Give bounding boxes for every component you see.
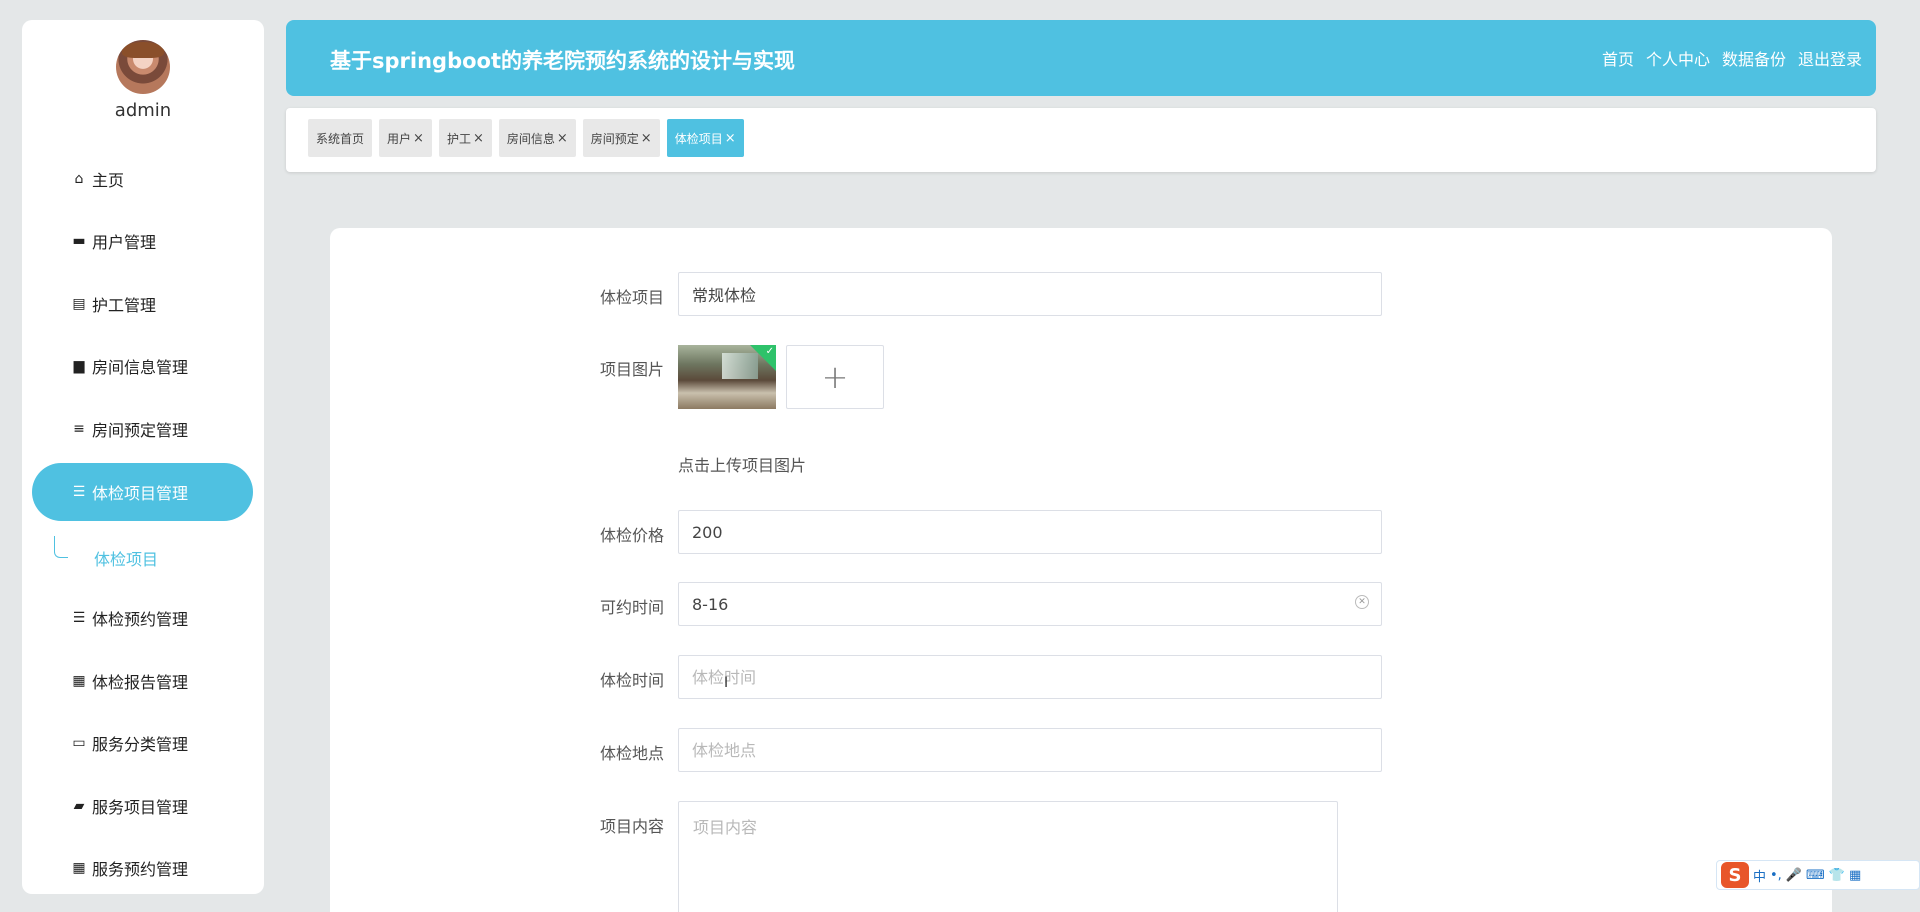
sidebar-item-label: 房间预定管理 [92, 421, 189, 440]
ime-microphone-icon[interactable]: 🎤 [1786, 868, 1802, 883]
sidebar-item-room-info-management[interactable]: ▆ 房间信息管理 [32, 337, 253, 395]
tab-room-booking[interactable]: 房间预定 × [582, 119, 660, 157]
sidebar-item-exam-item-management[interactable]: ☰ 体检项目管理 [32, 463, 253, 521]
home-icon: ⌂ [74, 171, 84, 187]
ime-toolbar[interactable]: S 中 •, 🎤 ⌨ 👕 ▦ [1716, 860, 1920, 890]
sidebar-item-label: 主页 [92, 171, 125, 190]
close-icon[interactable]: × [473, 131, 484, 146]
ime-skin-icon[interactable]: 👕 [1829, 868, 1845, 883]
sidebar-item-label: 房间信息管理 [92, 358, 189, 377]
sidebar-item-caregiver-management[interactable]: ▤ 护工管理 [32, 275, 253, 333]
sidebar-item-label: 体检预约管理 [92, 610, 189, 629]
sidebar-item-home[interactable]: ⌂ 主页 [32, 150, 253, 208]
sidebar-item-exam-appointment-management[interactable]: ☰ 体检预约管理 [32, 589, 253, 647]
avatar[interactable] [116, 40, 170, 94]
top-header: 基于springboot的养老院预约系统的设计与实现 首页 个人中心 数据备份 … [286, 20, 1876, 96]
content-textarea[interactable] [678, 801, 1338, 912]
sidebar-item-user-management[interactable]: ▬ 用户管理 [32, 212, 253, 270]
sliders-icon: ≡ [73, 421, 85, 437]
nav-home-link[interactable]: 首页 [1602, 46, 1634, 70]
close-icon[interactable]: × [725, 131, 736, 146]
sidebar-item-label: 护工管理 [92, 296, 157, 315]
username: admin [114, 100, 172, 121]
ime-chinese-mode[interactable]: 中 [1753, 866, 1766, 885]
upload-hint: 点击上传项目图片 [678, 456, 807, 475]
nav-profile-link[interactable]: 个人中心 [1646, 46, 1710, 70]
available-time-input[interactable] [678, 582, 1382, 626]
tab-label: 房间预定 [590, 131, 639, 146]
location-input[interactable] [678, 728, 1382, 772]
sidebar-item-exam-report-management[interactable]: ▦ 体检报告管理 [32, 652, 253, 710]
list-icon: ☰ [72, 484, 86, 500]
briefcase-icon: ▬ [72, 233, 86, 249]
plus-icon: + [821, 358, 849, 396]
inbox-icon: ▆ [73, 358, 85, 374]
clipboard-icon: ▤ [72, 296, 86, 312]
sidebar-item-label: 服务项目管理 [92, 798, 189, 817]
sidebar-item-label: 用户管理 [92, 233, 157, 252]
tab-user[interactable]: 用户 × [379, 119, 432, 157]
tab-label: 体检项目 [674, 131, 723, 146]
sidebar-item-service-category-management[interactable]: ▭ 服务分类管理 [32, 714, 253, 772]
item-name-input[interactable] [678, 272, 1382, 316]
sidebar-item-label: 体检项目管理 [92, 484, 189, 503]
tab-list: 系统首页 用户 × 护工 × 房间信息 × 房间预定 × 体检项目 × [308, 119, 744, 157]
close-icon[interactable]: × [641, 131, 652, 146]
price-input[interactable] [678, 510, 1382, 554]
wallet-icon: ▰ [73, 798, 85, 814]
tab-exam-item[interactable]: 体检项目 × [666, 119, 744, 157]
exam-time-input[interactable] [678, 655, 1382, 699]
page-title: 基于springboot的养老院预约系统的设计与实现 [330, 49, 795, 73]
tab-label: 房间信息 [506, 131, 555, 146]
tab-caregiver[interactable]: 护工 × [438, 119, 492, 157]
ime-punctuation-icon[interactable]: •, [1770, 868, 1782, 883]
tab-room-info[interactable]: 房间信息 × [498, 119, 576, 157]
ime-toolbox-icon[interactable]: ▦ [1849, 868, 1861, 883]
sidebar-item-service-item-management[interactable]: ▰ 服务项目管理 [32, 777, 253, 835]
tab-label: 护工 [446, 131, 471, 146]
ime-keyboard-icon[interactable]: ⌨ [1806, 868, 1825, 883]
monitor-icon: ▭ [72, 735, 86, 751]
sidebar-item-room-booking-management[interactable]: ≡ 房间预定管理 [32, 400, 253, 458]
tab-system-home[interactable]: 系统首页 [308, 119, 373, 157]
sidebar-item-label: 服务预约管理 [92, 860, 189, 879]
tab-label: 用户 [387, 131, 412, 146]
sogou-logo-icon[interactable]: S [1721, 862, 1749, 888]
sidebar: admin ⌂ 主页 ▬ 用户管理 ▤ 护工管理 ▆ 房间信息管理 ≡ 房间预定… [22, 20, 264, 894]
check-icon: ✓ [765, 346, 774, 357]
form-panel: 体检项目 项目图片 ✓ + 点击上传项目图片 体检价格 可约时间 ✕ 体检时间 … [330, 228, 1832, 912]
grid-icon: ▦ [72, 673, 86, 689]
tabs-bar: 系统首页 用户 × 护工 × 房间信息 × 房间预定 × 体检项目 × [286, 108, 1876, 172]
nav-logout-link[interactable]: 退出登录 [1798, 46, 1862, 70]
submenu-branch-line [54, 536, 68, 558]
sidebar-item-service-appointment-management[interactable]: ▦ 服务预约管理 [32, 839, 253, 894]
close-icon[interactable]: × [557, 131, 568, 146]
grid-icon: ▦ [72, 860, 86, 876]
tab-label: 系统首页 [316, 131, 365, 146]
submenu-item-exam-item[interactable]: 体检项目 [94, 546, 158, 570]
sidebar-item-label: 服务分类管理 [92, 735, 189, 754]
item-image-thumbnail[interactable]: ✓ [678, 345, 776, 409]
list-icon: ☰ [72, 610, 86, 626]
header-nav: 首页 个人中心 数据备份 退出登录 [1602, 20, 1862, 96]
clear-icon[interactable]: ✕ [1355, 595, 1369, 609]
nav-backup-link[interactable]: 数据备份 [1722, 46, 1786, 70]
text-cursor-icon: I [724, 675, 729, 691]
sidebar-item-label: 体检报告管理 [92, 673, 189, 692]
close-icon[interactable]: × [413, 131, 424, 146]
image-upload-button[interactable]: + [786, 345, 884, 409]
